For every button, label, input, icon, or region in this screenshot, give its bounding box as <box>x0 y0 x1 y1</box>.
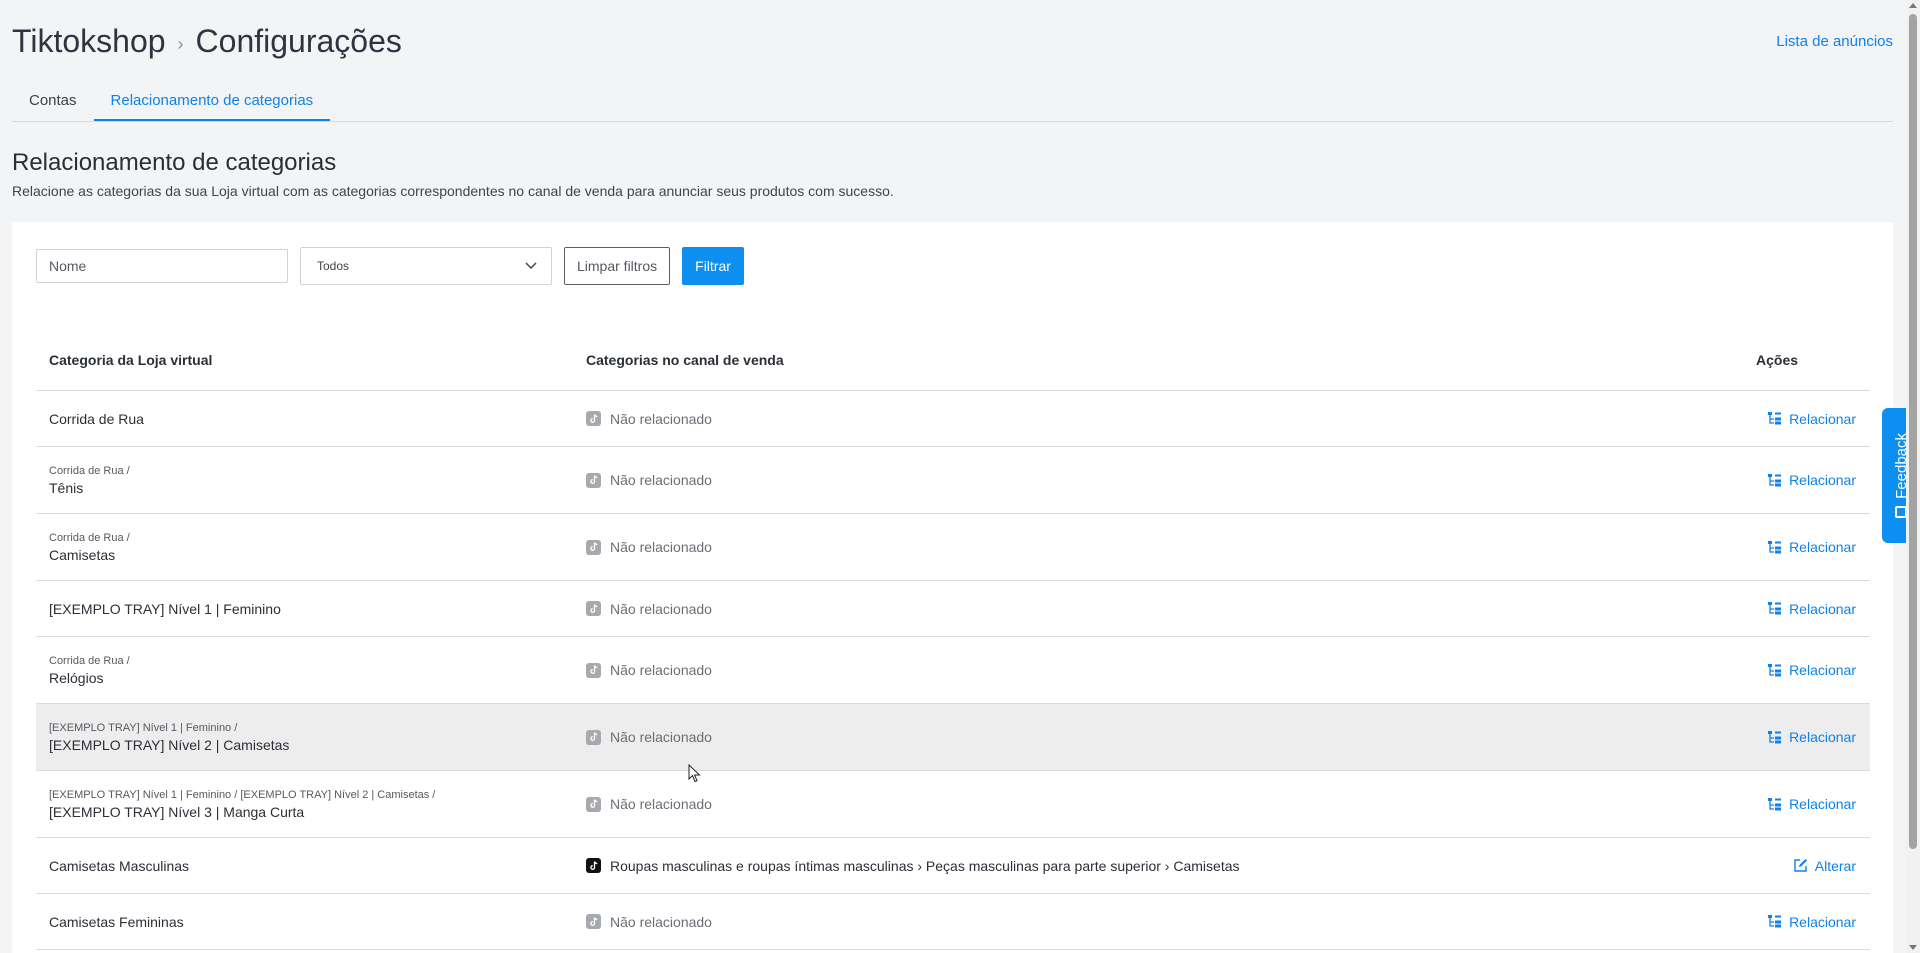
scroll-thumb[interactable] <box>1909 14 1917 849</box>
category-name: Relógios <box>49 669 104 686</box>
tiktok-icon <box>586 729 601 745</box>
relate-button[interactable]: Relacionar <box>1767 601 1856 617</box>
table-header: Categoria da Loja virtual Categorias no … <box>36 330 1870 391</box>
channel-status: Não relacionado <box>610 913 712 930</box>
category-path: Corrida de Rua / <box>49 531 130 544</box>
relate-label: Relacionar <box>1789 913 1856 930</box>
tiktok-icon <box>586 914 601 929</box>
tiktok-icon <box>586 601 601 616</box>
status-select-value: Todos <box>317 259 350 273</box>
breadcrumb: Tiktokshop › Configurações <box>12 23 402 60</box>
filter-bar: Todos Limpar filtros Filtrar <box>36 247 744 285</box>
tab-accounts[interactable]: Contas <box>12 82 94 121</box>
relate-label: Relacionar <box>1789 729 1856 745</box>
tiktok-icon <box>586 411 601 426</box>
category-path: [EXEMPLO TRAY] Nível 1 | Feminino / [EXE… <box>49 788 436 801</box>
tab-category-mapping[interactable]: Relacionamento de categorias <box>93 82 331 121</box>
relate-button[interactable]: Relacionar <box>1767 796 1856 812</box>
mouse-cursor-icon <box>688 764 701 783</box>
relate-label: Relacionar <box>1789 796 1856 812</box>
category-table: Categoria da Loja virtual Categorias no … <box>36 330 1870 950</box>
relate-button[interactable]: Relacionar <box>1767 729 1856 745</box>
table-row: Camisetas Masculinas Roupas masculinas e… <box>36 838 1870 894</box>
content-card: Todos Limpar filtros Filtrar Categoria d… <box>12 222 1893 953</box>
tree-icon <box>1768 797 1782 810</box>
relate-label: Relacionar <box>1789 662 1856 678</box>
relate-label: Relacionar <box>1789 410 1856 427</box>
tree-icon <box>1768 412 1782 425</box>
category-name: Corrida de Rua <box>49 410 144 427</box>
channel-status: Não relacionado <box>610 600 712 617</box>
relate-label: Relacionar <box>1789 539 1856 555</box>
relate-button[interactable]: Relacionar <box>1767 472 1856 488</box>
channel-status: Não relacionado <box>610 662 712 678</box>
breadcrumb-separator: › <box>177 33 184 54</box>
table-row: [EXEMPLO TRAY] Nível 1 | Feminino / [EXE… <box>36 771 1870 838</box>
category-path: Corrida de Rua / <box>49 654 130 667</box>
section-title: Relacionamento de categorias <box>12 149 337 176</box>
channel-status: Não relacionado <box>610 796 712 812</box>
header-actions: Ações <box>1756 352 1799 368</box>
tiktok-icon <box>586 662 601 678</box>
clear-filters-button[interactable]: Limpar filtros <box>564 247 671 285</box>
relate-button[interactable]: Relacionar <box>1767 914 1856 930</box>
relate-button[interactable]: Relacionar <box>1767 539 1856 555</box>
edit-button[interactable]: Alterar <box>1793 858 1856 874</box>
header-channel-category: Categorias no canal de venda <box>586 352 784 368</box>
channel-status: Não relacionado <box>610 729 712 745</box>
category-path: Corrida de Rua / <box>49 464 130 477</box>
channel-category-path: Roupas masculinas e roupas íntimas mascu… <box>610 857 1240 874</box>
table-row: Corrida de Rua / Tênis Não relacionado Re… <box>36 447 1870 514</box>
relate-button[interactable]: Relacionar <box>1767 411 1856 427</box>
tiktok-icon <box>586 796 601 812</box>
page-header: Tiktokshop › Configurações Lista de anún… <box>12 0 1893 82</box>
tree-icon <box>1768 915 1782 928</box>
listing-list-link[interactable]: Lista de anúncios <box>1776 33 1893 50</box>
relate-label: Relacionar <box>1789 600 1856 617</box>
scroll-down-icon[interactable] <box>1909 945 1917 950</box>
category-name: Tênis <box>49 479 84 496</box>
tree-icon <box>1768 540 1782 553</box>
edit-label: Alterar <box>1814 857 1856 874</box>
channel-status: Não relacionado <box>610 472 712 488</box>
table-row: Corrida de Rua Não relacionado Relaciona… <box>36 391 1870 447</box>
header-store-category: Categoria da Loja virtual <box>49 352 213 368</box>
relate-button[interactable]: Relacionar <box>1767 662 1856 678</box>
tiktok-icon <box>586 858 601 873</box>
category-name: [EXEMPLO TRAY] Nível 2 | Camisetas <box>49 736 290 753</box>
table-row: [EXEMPLO TRAY] Nível 1 | Feminino / [EXEM… <box>36 704 1870 771</box>
category-name: [EXEMPLO TRAY] Nível 3 | Manga Curta <box>49 803 305 820</box>
channel-status: Não relacionado <box>610 539 712 555</box>
category-name: [EXEMPLO TRAY] Nível 1 | Feminino <box>49 600 281 617</box>
chevron-down-icon <box>525 262 537 270</box>
page: Tiktokshop › Configurações Lista de anún… <box>12 0 1893 953</box>
tree-icon <box>1768 663 1782 676</box>
table-row: Corrida de Rua / Relógios Não relacionado… <box>36 637 1870 704</box>
tab-bar: Contas Relacionamento de categorias <box>12 82 1893 122</box>
tree-icon <box>1768 602 1782 615</box>
section-description: Relacione as categorias da sua Loja virt… <box>12 183 894 199</box>
relate-label: Relacionar <box>1789 472 1856 488</box>
table-row: Corrida de Rua / Camisetas Não relacionad… <box>36 514 1870 581</box>
category-name: Camisetas Femininas <box>49 913 184 930</box>
scroll-up-icon[interactable] <box>1909 3 1917 8</box>
status-select[interactable]: Todos <box>300 247 552 285</box>
edit-icon <box>1794 859 1807 872</box>
tiktok-icon <box>586 472 601 488</box>
category-name: Camisetas <box>49 546 116 563</box>
breadcrumb-current: Configurações <box>195 22 402 59</box>
category-name: Camisetas Masculinas <box>49 857 190 874</box>
breadcrumb-root[interactable]: Tiktokshop <box>12 23 166 60</box>
table-row: [EXEMPLO TRAY] Nível 1 | Feminino Não re… <box>36 581 1870 637</box>
tree-icon <box>1768 730 1782 743</box>
category-path: [EXEMPLO TRAY] Nível 1 | Feminino / <box>49 721 238 734</box>
name-search-input[interactable] <box>36 249 288 283</box>
tree-icon <box>1768 473 1782 486</box>
tiktok-icon <box>586 539 601 555</box>
table-row: Camisetas Femininas Não relacionado Rela… <box>36 894 1870 950</box>
filter-button[interactable]: Filtrar <box>682 247 744 285</box>
vertical-scrollbar[interactable] <box>1906 0 1920 953</box>
channel-status: Não relacionado <box>610 410 712 427</box>
